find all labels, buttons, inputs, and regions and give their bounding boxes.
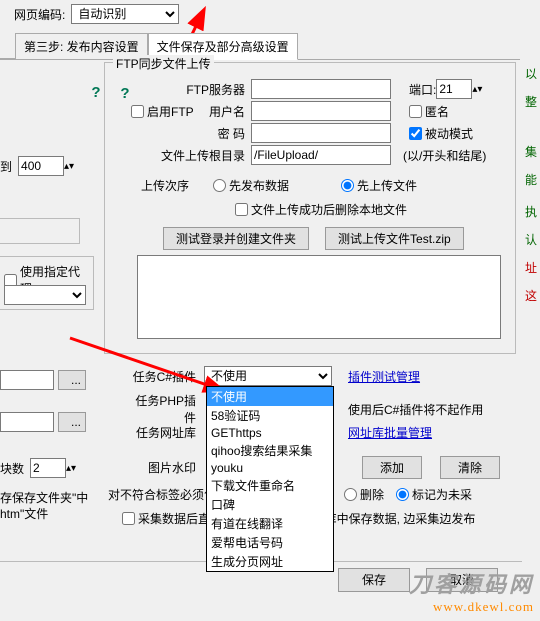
dd-item[interactable]: 58验证码 [207,406,333,425]
del-after-checkbox[interactable]: 文件上传成功后删除本地文件 [235,201,407,218]
watermark-label: 图片水印 [126,459,196,476]
order-pubfirst-radio[interactable]: 先发布数据 [213,177,289,194]
to-label: 到 [0,158,12,175]
dd-item[interactable]: 口碑 [207,495,333,514]
ftp-log-area[interactable] [137,255,501,339]
save-hint-a: 存保存文件夹"中 [0,490,88,506]
add-button[interactable]: 添加 [362,456,422,479]
ftp-server-input[interactable] [251,79,391,99]
plugin-manage-link[interactable]: 插件测试管理 [348,368,420,385]
help-icon[interactable]: ? [115,85,135,105]
browse-button-1[interactable]: ... [58,370,86,390]
save-button[interactable]: 保存 [338,568,410,592]
dd-item[interactable]: qihoo搜索结果采集 [207,441,333,460]
dd-item[interactable]: 下载文件重命名 [207,476,333,495]
block-label: 块数 [0,460,24,477]
test-login-button[interactable]: 测试登录并创建文件夹 [163,227,309,250]
php-label: 任务PHP插件 [126,392,196,426]
dd-item[interactable]: 不使用 [207,387,333,406]
ftp-pass-label: 密 码 [185,125,245,142]
proxy-select[interactable] [4,285,86,305]
order-upfirst-radio[interactable]: 先上传文件 [341,177,417,194]
passive-checkbox[interactable]: 被动模式 [409,125,473,142]
rootdir-hint: (以/开头和结尾) [403,147,486,164]
dd-item[interactable]: GEThttps [207,425,333,441]
dd-item[interactable]: 生成分页网址 [207,552,333,571]
dd-item[interactable]: youku [207,460,333,476]
encoding-select[interactable]: 自动识别 [71,4,179,24]
ftp-user-label: 用户名 [185,103,245,120]
port-label: 端口: [409,81,436,98]
order-label: 上传次序 [141,177,189,194]
right-strip: 以 整 集 能 执 认 址 这 [525,60,540,310]
ftp-server-label: FTP服务器 [185,81,245,98]
rootdir-input[interactable] [251,145,391,165]
csharp-label: 任务C#插件 [126,368,196,385]
encoding-label: 网页编码: [14,6,65,23]
left-input-1[interactable] [0,370,54,390]
watermark: 刀客源码网 www.dkewl.com [409,567,534,615]
ftp-groupbox: FTP同步文件上传 ? FTP服务器 端口: ▴▾ 启用FTP 用户名 匿名 密… [104,62,516,354]
dd-item[interactable]: 有道在线翻译 [207,514,333,533]
to-input[interactable] [18,156,64,176]
save-hint-b: htm"文件 [0,506,88,522]
urlstore-manage-link[interactable]: 网址库批量管理 [348,424,432,441]
dd-item[interactable]: 爱帮电话号码 [207,533,333,552]
plugin-warn: 使用后C#插件将不起作用 [348,401,483,418]
ftp-group-title: FTP同步文件上传 [113,55,214,72]
delete-radio[interactable]: 删除 [344,486,384,503]
ftp-pass-input[interactable] [251,123,391,143]
browse-button-2[interactable]: ... [58,412,86,432]
urlstore-label: 任务网址库 [126,424,196,441]
clear-button[interactable]: 清除 [440,456,500,479]
csharp-dropdown-list[interactable]: 不使用 58验证码 GEThttps qihoo搜索结果采集 youku 下载文… [206,386,334,572]
mismatch-label: 对不符合标签必须包 [108,486,216,503]
help-icon-2[interactable]: ? [86,84,106,104]
block-input[interactable] [30,458,66,478]
test-upload-button[interactable]: 测试上传文件Test.zip [325,227,464,250]
left-input-2[interactable] [0,412,54,432]
anon-checkbox[interactable]: 匿名 [409,103,449,120]
ftp-user-input[interactable] [251,101,391,121]
port-input[interactable] [436,79,472,99]
mark-radio[interactable]: 标记为未采 [396,486,472,503]
rootdir-label: 文件上传根目录 [153,147,245,164]
csharp-select[interactable]: 不使用 [204,366,332,386]
